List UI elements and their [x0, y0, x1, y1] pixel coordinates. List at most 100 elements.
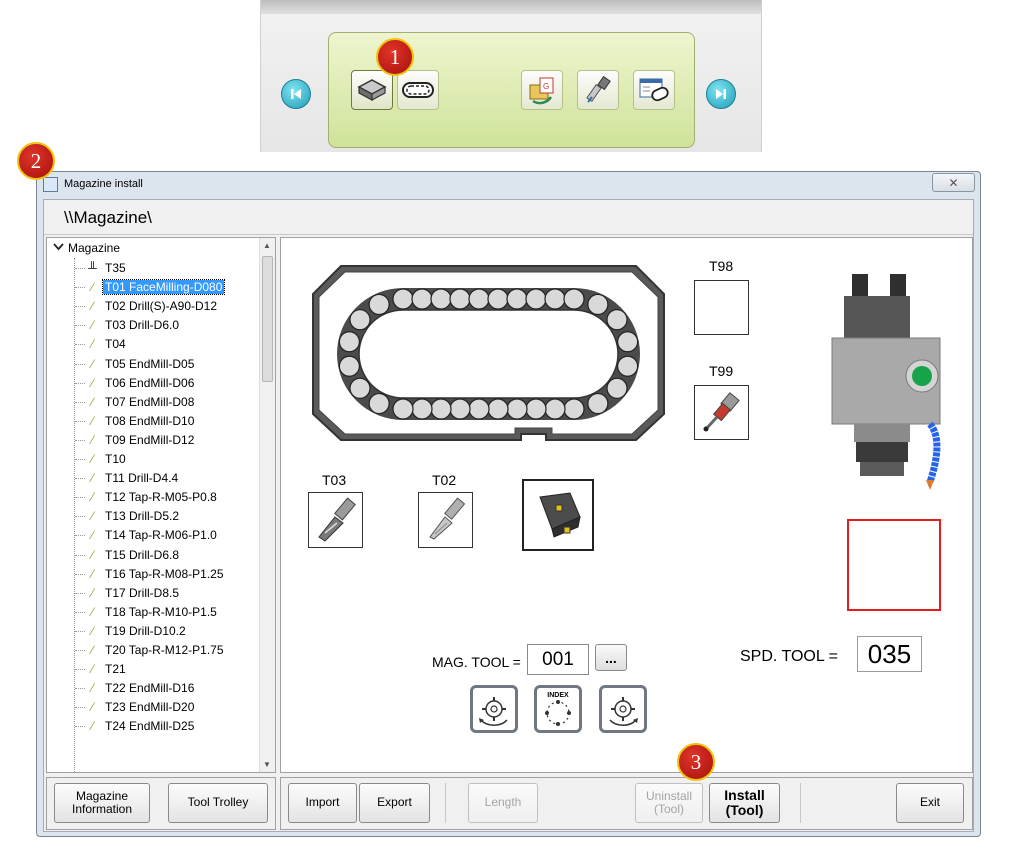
tool-icon: ⁄	[91, 528, 94, 543]
gear-ccw-icon	[479, 697, 508, 726]
magazine-pocket[interactable]	[544, 288, 566, 310]
scroll-up-arrow[interactable]: ▲	[263, 241, 271, 250]
tree-item[interactable]: ⁄ T03 Drill-D6.0	[75, 316, 181, 334]
magazine-pocket[interactable]	[487, 288, 509, 310]
magazine-information-button[interactable]: Magazine Information	[54, 783, 150, 823]
magazine-pocket[interactable]	[349, 309, 371, 331]
tree-item[interactable]: ⁄ T06 EndMill-D06	[75, 374, 196, 392]
magazine-pocket[interactable]	[338, 355, 360, 377]
tree-scrollbar[interactable]: ▲ ▼	[259, 238, 275, 772]
browse-button[interactable]: ...	[595, 644, 627, 671]
spd-tool-field[interactable]: 035	[857, 636, 922, 672]
exit-button[interactable]: Exit	[896, 783, 964, 823]
magazine-pocket[interactable]	[368, 392, 390, 415]
uninstall-tool-button[interactable]: Uninstall (Tool)	[635, 783, 703, 823]
tree-item[interactable]: ⁄ T01 FaceMilling-D080	[75, 278, 226, 296]
first-page-button[interactable]	[281, 79, 311, 109]
install-tool-button[interactable]: Install (Tool)	[709, 783, 780, 823]
magazine-pocket[interactable]	[587, 392, 609, 415]
magazine-pocket[interactable]	[617, 355, 639, 377]
tree-item[interactable]: ⁄ T20 Tap-R-M12-P1.75	[75, 641, 226, 659]
magazine-pocket[interactable]	[468, 398, 490, 420]
tree-item[interactable]: ⁄ T10	[75, 450, 128, 468]
spindle-tool-slot[interactable]	[847, 519, 941, 611]
magazine-pocket[interactable]	[587, 293, 609, 316]
magazine-pocket[interactable]	[563, 288, 585, 310]
index-button[interactable]: INDEX	[534, 685, 582, 733]
magazine-pocket[interactable]	[506, 398, 528, 420]
magazine-pocket[interactable]	[368, 293, 390, 316]
tree-item[interactable]: ⁄ T04	[75, 335, 128, 353]
magazine-pocket[interactable]	[606, 309, 628, 331]
selected-tool-slot[interactable]	[522, 479, 594, 551]
magazine-install-button[interactable]	[351, 70, 393, 110]
magazine-pocket[interactable]	[617, 331, 639, 353]
tree-item-label: T02 Drill(S)-A90-D12	[105, 299, 218, 314]
tree-item[interactable]: ⁄ T24 EndMill-D25	[75, 717, 196, 735]
tree-item[interactable]: ⁄ T13 Drill-D5.2	[75, 507, 181, 525]
tree-item[interactable]: ⁄ T22 EndMill-D16	[75, 679, 196, 697]
tree-item[interactable]: ⁄ T12 Tap-R-M05-P0.8	[75, 488, 219, 506]
rotate-cw-button[interactable]	[599, 685, 647, 733]
magazine-pocket[interactable]	[430, 398, 452, 420]
magazine-pocket[interactable]	[411, 398, 433, 420]
import-button[interactable]: Import	[288, 783, 357, 823]
scroll-thumb[interactable]	[262, 256, 273, 382]
tree-item[interactable]: ⁄ T21	[75, 660, 128, 678]
scroll-down-arrow[interactable]: ▼	[263, 760, 271, 769]
close-button[interactable]: ✕	[932, 173, 975, 192]
tree-connector	[75, 573, 85, 575]
export-button[interactable]: Export	[359, 783, 430, 823]
last-page-button[interactable]	[706, 79, 736, 109]
magazine-pocket[interactable]	[525, 398, 547, 420]
tree-connector	[75, 344, 85, 346]
magazine-pocket[interactable]	[606, 377, 628, 399]
magazine-pocket[interactable]	[563, 398, 585, 420]
tree-item[interactable]: ⁄ T09 EndMill-D12	[75, 431, 196, 449]
magazine-pocket[interactable]	[392, 288, 414, 310]
magazine-pocket[interactable]	[468, 288, 490, 310]
tool-icon: ⁄	[91, 280, 94, 295]
gear-cw-icon	[609, 697, 638, 726]
tree-item[interactable]: ⁄ T16 Tap-R-M08-P1.25	[75, 565, 226, 583]
tree-item[interactable]: ⁄ T19 Drill-D10.2	[75, 622, 188, 640]
magazine-pocket[interactable]	[506, 288, 528, 310]
magazine-pocket[interactable]	[449, 398, 471, 420]
tree-item[interactable]: ⁄ T23 EndMill-D20	[75, 698, 196, 716]
tree-item[interactable]: ⁄ T11 Drill-D4.4	[75, 469, 180, 487]
gcode-export-button[interactable]: G	[521, 70, 563, 110]
t99-slot[interactable]	[694, 385, 749, 440]
magazine-pocket[interactable]	[338, 331, 360, 353]
magazine-pocket[interactable]	[411, 288, 433, 310]
t98-slot[interactable]	[694, 280, 749, 335]
tree-item[interactable]: ⁄ T15 Drill-D6.8	[75, 546, 181, 564]
tree-item[interactable]: ⁄ T08 EndMill-D10	[75, 412, 196, 430]
magazine-tree[interactable]: Magazine ╨ T35 ⁄ T01 FaceMilling-D080 ⁄ T02 D…	[46, 237, 276, 773]
length-button[interactable]: Length	[468, 783, 538, 823]
tool-trolley-button[interactable]: Tool Trolley	[168, 783, 268, 823]
t03-slot[interactable]	[308, 492, 363, 548]
magazine-pocket[interactable]	[487, 398, 509, 420]
mag-tool-field[interactable]: 001	[527, 644, 589, 675]
tree-item[interactable]: ⁄ T14 Tap-R-M06-P1.0	[75, 526, 219, 544]
magazine-pocket[interactable]	[430, 288, 452, 310]
tree-item[interactable]: ⁄ T05 EndMill-D05	[75, 355, 196, 373]
chevron-down-icon[interactable]	[53, 242, 64, 254]
magazine-pocket[interactable]	[525, 288, 547, 310]
tree-item[interactable]: ⁄ T07 EndMill-D08	[75, 393, 196, 411]
magazine-pocket[interactable]	[392, 398, 414, 420]
rotate-ccw-button[interactable]	[470, 685, 518, 733]
t02-slot[interactable]	[418, 492, 473, 548]
magazine-pocket[interactable]	[449, 288, 471, 310]
tool-setting-button[interactable]	[633, 70, 675, 110]
tree-item[interactable]: ╨ T35	[75, 259, 128, 277]
magazine-pocket[interactable]	[349, 377, 371, 399]
tree-item[interactable]: ⁄ T17 Drill-D8.5	[75, 584, 181, 602]
tree-root[interactable]: Magazine	[53, 241, 120, 255]
tree-item[interactable]: ⁄ T18 Tap-R-M10-P1.5	[75, 603, 219, 621]
magazine-ring-button[interactable]	[397, 70, 439, 110]
tool-holder-button[interactable]	[577, 70, 619, 110]
tree-item[interactable]: ⁄ T02 Drill(S)-A90-D12	[75, 297, 219, 315]
magazine-pocket[interactable]	[544, 398, 566, 420]
tree-connector	[75, 630, 85, 632]
